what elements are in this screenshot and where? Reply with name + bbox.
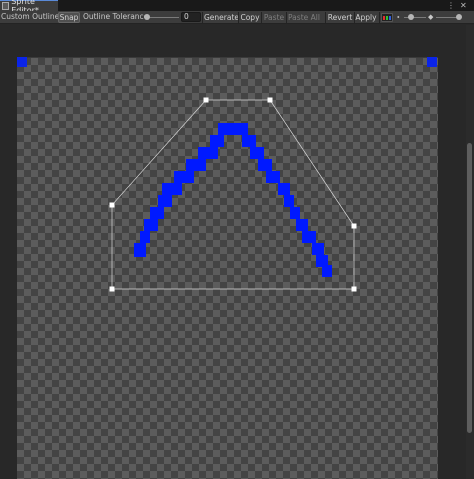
sprite-pixel <box>198 147 218 159</box>
sprite-pixel <box>144 219 158 231</box>
toolbar-separator <box>286 12 287 23</box>
sprite-pixel <box>302 231 316 243</box>
toolbar-separator <box>238 12 239 23</box>
sprite-pixel <box>266 171 280 183</box>
revert-button[interactable]: Revert <box>327 12 353 23</box>
sprite-pixel <box>250 147 264 159</box>
outline-tolerance-slider[interactable] <box>147 17 179 18</box>
sprite-pixel <box>258 159 272 171</box>
sprite-pixel <box>218 123 248 135</box>
outline-tolerance-slider-thumb[interactable] <box>144 14 150 20</box>
sprite-overlay <box>17 57 437 292</box>
mode-dropdown[interactable]: Custom Outline ▾ <box>1 11 65 23</box>
outline-vertex-handle[interactable] <box>203 97 209 103</box>
outline-vertex-handle[interactable] <box>109 202 115 208</box>
viewport-scrollbar[interactable] <box>466 25 474 479</box>
sprite-pixel <box>242 135 256 147</box>
sprite-pixel <box>290 207 300 219</box>
toolbar-separator <box>325 12 326 23</box>
outline-vertex-handle[interactable] <box>267 97 273 103</box>
sprite-pixel <box>312 243 324 255</box>
outline-vertex-handle[interactable] <box>109 286 115 292</box>
zoom-slider-thumb[interactable] <box>407 14 414 20</box>
generate-button[interactable]: Generate <box>204 12 239 23</box>
sprite-pixel <box>210 135 224 147</box>
sprite-pixel <box>174 171 194 183</box>
sprite-shape <box>134 123 332 277</box>
sprite-rect-corner-top-left[interactable] <box>17 57 27 67</box>
window-menu-icon[interactable]: ⋮ <box>447 0 455 11</box>
sprite-pixel <box>296 219 308 231</box>
sprite-pixel <box>150 207 164 219</box>
outline-vertex-handle[interactable] <box>351 286 357 292</box>
mip-slider-thumb[interactable] <box>456 14 462 20</box>
sprite-pixel <box>284 195 294 207</box>
sprite-pixel <box>322 265 332 277</box>
outline-tolerance-label: Outline Tolerance <box>83 12 149 21</box>
toolbar-separator <box>261 12 262 23</box>
close-icon[interactable]: ✕ <box>460 0 467 11</box>
paste-button[interactable]: Paste <box>263 12 285 23</box>
zoom-in-icon: ◆ <box>428 13 434 21</box>
apply-button[interactable]: Apply <box>355 12 377 23</box>
toolbar-separator <box>202 12 203 23</box>
sprite-pixel <box>158 195 172 207</box>
mip-slider[interactable] <box>436 17 458 18</box>
sprite-editor-toolbar: Custom Outline ▾ Snap Outline Tolerance … <box>0 11 474 24</box>
color-channels-icon[interactable] <box>381 13 393 22</box>
viewport-scrollbar-thumb[interactable] <box>467 143 472 433</box>
zoom-out-icon: ⬩ <box>397 13 400 21</box>
outline-vertex-handle[interactable] <box>351 223 357 229</box>
sprite-viewport[interactable] <box>0 25 474 479</box>
outline-tolerance-field[interactable]: 0 <box>181 12 201 22</box>
sprite-rect-corner-top-right[interactable] <box>427 57 437 67</box>
window-title-bar: Sprite Editor* ⋮ ✕ <box>0 0 474 15</box>
copy-button[interactable]: Copy <box>240 12 260 23</box>
sprite-editor-tab[interactable]: Sprite Editor* <box>0 0 58 15</box>
toolbar-separator <box>379 12 380 23</box>
mode-dropdown-label: Custom Outline <box>1 12 60 21</box>
sprite-pixel <box>186 159 206 171</box>
paste-all-button[interactable]: Paste All <box>288 12 320 23</box>
snap-toggle[interactable]: Snap <box>58 12 80 23</box>
sprite-pixel <box>278 183 290 195</box>
sprite-editor-icon <box>2 2 10 10</box>
sprite-pixel <box>140 231 150 243</box>
sprite-pixel <box>134 243 146 257</box>
sprite-pixel <box>162 183 182 195</box>
